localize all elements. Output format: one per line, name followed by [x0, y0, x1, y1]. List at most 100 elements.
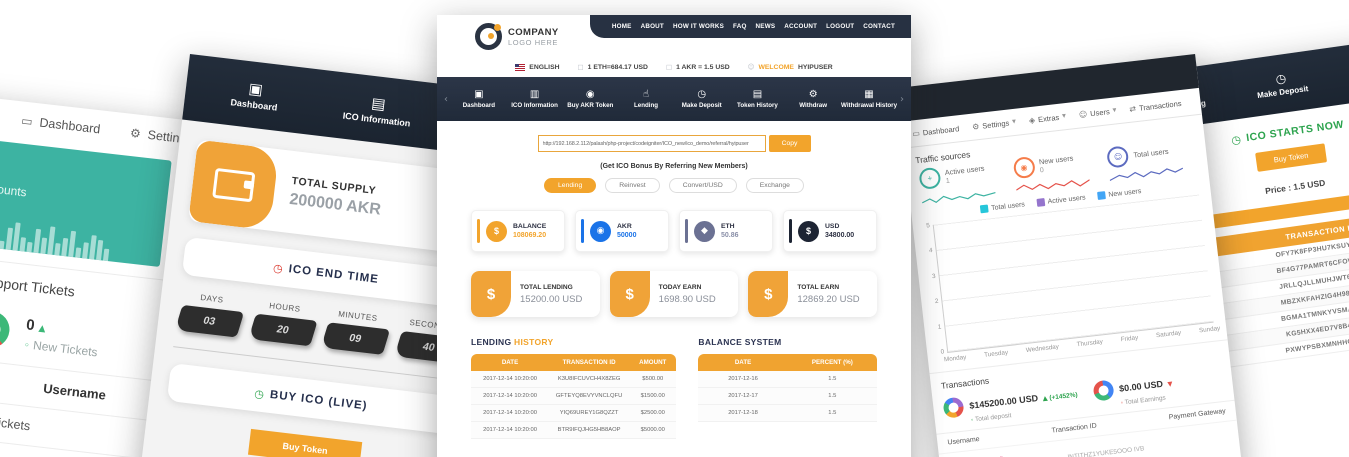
buy-token-button[interactable]: Buy Token — [1255, 143, 1328, 172]
admin-nav-dashboard[interactable]: ▭Dashboard — [912, 124, 960, 138]
col-date: DATE — [698, 354, 787, 371]
gear-icon: ⚙ — [129, 126, 141, 141]
menu-item-make-deposit[interactable]: ◷Make Deposit — [674, 89, 730, 109]
top-navigation: HOME ABOUT HOW IT WORKS FAQ NEWS ACCOUNT… — [590, 15, 911, 38]
countdown-label: HOURS — [254, 299, 316, 315]
tickets-donut-chart — [0, 309, 11, 349]
menu-item-dashboard[interactable]: ▣ Dashboard — [230, 77, 280, 112]
bar-chart-icon: ▥ — [507, 89, 563, 100]
admin-nav-transactions[interactable]: ⇄Transactions — [1129, 98, 1182, 113]
legend-swatch — [1097, 191, 1106, 200]
col-date: DATE — [471, 354, 549, 371]
deposit-donut-chart — [942, 397, 964, 419]
menu-item-lending[interactable]: ☝Lending — [618, 89, 674, 109]
top-nav-home[interactable]: HOME — [612, 23, 632, 30]
language-selector[interactable]: ENGLISH — [515, 64, 559, 71]
tag-icon: □ — [666, 63, 672, 71]
top-nav-about[interactable]: ABOUT — [641, 23, 664, 30]
top-nav-faq[interactable]: FAQ — [733, 23, 747, 30]
logo-mark-icon — [475, 23, 502, 50]
earnings-donut-chart — [1092, 380, 1114, 402]
menu-item-ico-information[interactable]: ▤ ICO Information — [342, 91, 413, 129]
column-username: Username — [42, 381, 106, 403]
ethereum-icon: ◆ — [694, 221, 715, 242]
menu-item-withdraw[interactable]: ⚙Withdraw — [785, 89, 841, 109]
eth-rate: □1 ETH=684.17 USD — [578, 63, 648, 71]
tag-icon: □ — [578, 63, 584, 71]
reinvest-tab-button[interactable]: Reinvest — [605, 178, 659, 193]
lending-history-table: LENDING HISTORY DATE TRANSACTION ID AMOU… — [471, 337, 676, 439]
dollar-icon: $ — [486, 221, 507, 242]
table-row: 2017-12-171.5 — [698, 388, 877, 405]
top-nav-how-it-works[interactable]: HOW IT WORKS — [673, 23, 724, 30]
chevron-down-icon: ▼ — [1012, 119, 1017, 125]
top-nav-logout[interactable]: LOGOUT — [826, 23, 854, 30]
countdown-minutes: 09 — [321, 322, 390, 355]
main-dashboard-screen: COMPANY LOGO HERE HOME ABOUT HOW IT WORK… — [437, 15, 911, 457]
table-row: 2017-12-181.5 — [698, 405, 877, 422]
green-clock-icon: ◷ — [1230, 133, 1242, 147]
countdown-label: MINUTES — [327, 308, 389, 324]
dollar-icon: $ — [748, 271, 788, 317]
target-circle-icon: ◉ — [1012, 156, 1035, 179]
admin-panel-screen: ▭Dashboard ⚙Settings▼ ◈Extras▼ ☺Users▼ ⇄… — [897, 54, 1243, 457]
welcome-user: ☺WELCOMEHYIPUSER — [748, 63, 833, 71]
col-amount: AMOUNT — [629, 354, 676, 371]
dollar-icon: $ — [471, 271, 511, 317]
extras-icon: ◈ — [1028, 115, 1035, 125]
menu-item-dashboard[interactable]: ▣Dashboard — [451, 89, 507, 109]
lending-tab-button[interactable]: Lending — [544, 178, 596, 193]
menu-item-make-deposit[interactable]: ◷Make Deposit — [1254, 68, 1309, 100]
transaction-id: INTITHZ1YUKE5OOO IVB — [1067, 445, 1145, 457]
today-earn-card: $ TODAY EARN1698.90 USD — [610, 271, 739, 317]
table-row: 2017-12-161.5 — [698, 371, 877, 388]
wallet-icon-block — [188, 140, 279, 231]
menu-item-buy-akr-token[interactable]: ◉Buy AKR Token — [562, 89, 618, 109]
legend-swatch — [980, 204, 989, 213]
akr-card: ◉ AKR50000 — [575, 210, 669, 252]
dollar-icon: $ — [798, 221, 819, 242]
admin-nav-extras[interactable]: ◈Extras▼ — [1028, 112, 1066, 125]
menu-item-ico-information[interactable]: ▥ICO Information — [507, 89, 563, 109]
convert-usd-tab-button[interactable]: Convert/USD — [669, 178, 737, 193]
total-accounts-card: 1 Total Accounts — [0, 134, 172, 267]
transactions-icon: ⇄ — [1129, 104, 1137, 114]
top-nav-contact[interactable]: CONTACT — [863, 23, 895, 30]
users-icon: ☺ — [1106, 145, 1129, 168]
dashboard-label: Dashboard — [39, 116, 101, 137]
referral-link-input[interactable] — [538, 135, 766, 152]
copy-button[interactable]: Copy — [769, 135, 811, 152]
admin-nav-settings[interactable]: ⚙Settings▼ — [972, 117, 1017, 131]
red-clock-icon: ◷ — [272, 261, 284, 275]
top-nav-news[interactable]: NEWS — [756, 23, 776, 30]
exchange-tab-button[interactable]: Exchange — [746, 178, 804, 193]
chevron-right-icon[interactable]: › — [897, 94, 907, 105]
transaction-username: Hyipuser — [970, 450, 1033, 457]
dashboard-icon: ▣ — [451, 89, 507, 100]
users-line-chart: 5 4 3 2 1 0 — [933, 194, 1214, 353]
admin-nav-users[interactable]: ☺Users▼ — [1078, 106, 1117, 119]
menu-item-withdrawal-history[interactable]: ▦Withdrawal History — [841, 89, 897, 109]
ico-end-time-title: ICO END TIME — [288, 263, 379, 286]
buy-token-button[interactable]: Buy Token — [248, 429, 362, 457]
username-label: HYIPUSER — [798, 64, 833, 71]
alarm-clock-icon: ◷ — [674, 89, 730, 100]
green-clock-icon: ◷ — [254, 387, 266, 401]
coin-icon: ◉ — [562, 89, 618, 100]
balance-card: $ BALANCE108069.20 — [471, 210, 565, 252]
new-tickets-count: 0 — [25, 316, 35, 334]
us-flag-icon — [515, 64, 525, 71]
table-row: 2017-12-14 10:20:00YIQ69UREY1G8QZZT$2500… — [471, 405, 676, 422]
menu-item-token-history[interactable]: ▤Token History — [730, 89, 786, 109]
countdown-days: 03 — [175, 305, 244, 338]
akr-rate: □1 AKR = 1.5 USD — [666, 63, 730, 71]
countdown-hours: 20 — [248, 314, 317, 347]
info-bar: ENGLISH □1 ETH=684.17 USD □1 AKR = 1.5 U… — [437, 57, 911, 77]
sidebar-item-dashboard[interactable]: ▭ Dashboard — [21, 113, 102, 136]
eth-card: ◆ ETH50.86 — [679, 210, 773, 252]
logo-subtitle: LOGO HERE — [508, 38, 559, 47]
history-chart-icon: ▦ — [841, 89, 897, 100]
chevron-down-icon: ▼ — [1112, 107, 1117, 113]
chevron-left-icon[interactable]: ‹ — [441, 94, 451, 105]
top-nav-account[interactable]: ACCOUNT — [784, 23, 817, 30]
